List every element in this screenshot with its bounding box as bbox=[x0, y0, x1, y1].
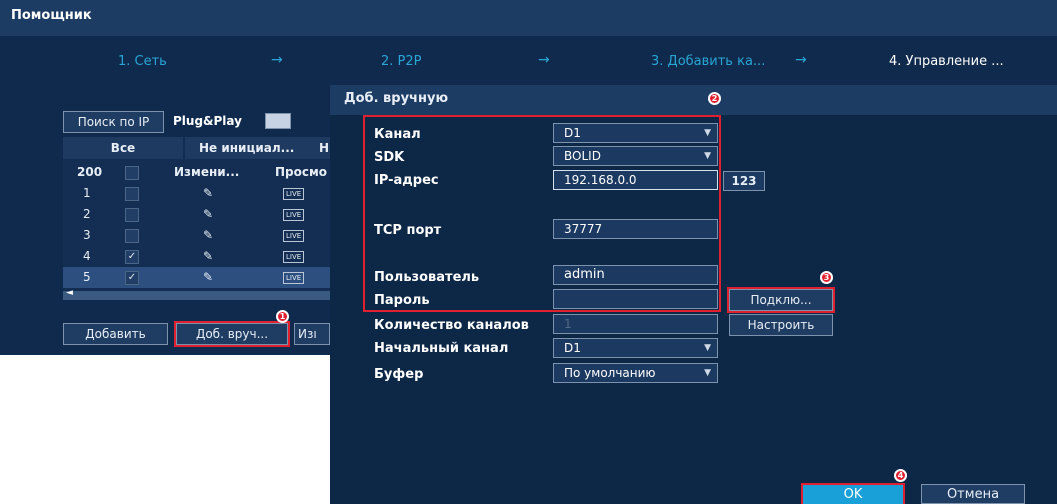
manual-add-button[interactable]: Доб. вруч... bbox=[174, 321, 290, 347]
filter-uninit-tab[interactable]: Не инициал... bbox=[185, 137, 325, 159]
step-p2p[interactable]: 2. P2P bbox=[381, 54, 422, 69]
search-by-ip-button[interactable]: Поиск по IP bbox=[63, 111, 164, 133]
step-arrow-icon: → bbox=[795, 52, 807, 68]
channel-count-label: Количество каналов bbox=[374, 318, 529, 333]
ip-label: IP-адрес bbox=[374, 173, 439, 188]
window-title: Помощник bbox=[0, 0, 1057, 36]
row-number: 2 bbox=[83, 207, 91, 221]
plugplay-toggle[interactable] bbox=[265, 113, 291, 129]
device-table: Все Не инициал... Н 200 Измени... Просмо… bbox=[63, 137, 330, 293]
username-input[interactable]: admin bbox=[553, 265, 718, 285]
live-icon[interactable]: LIVE bbox=[283, 272, 305, 284]
step-marker-2: 2 bbox=[708, 92, 721, 105]
plugplay-label: Plug&Play bbox=[173, 114, 242, 128]
password-label: Пароль bbox=[374, 293, 430, 308]
edit-icon[interactable]: ✎ bbox=[203, 204, 213, 225]
row-checkbox[interactable] bbox=[125, 187, 139, 201]
sdk-label: SDK bbox=[374, 150, 405, 165]
table-row[interactable]: 1 ✎ LIVE bbox=[63, 183, 330, 204]
table-row[interactable]: 2 ✎ LIVE bbox=[63, 204, 330, 225]
row-checkbox[interactable] bbox=[125, 229, 139, 243]
col-edit: Измени... bbox=[174, 165, 240, 179]
buffer-select[interactable]: По умолчанию bbox=[553, 363, 718, 383]
horizontal-scrollbar[interactable]: ◄ bbox=[63, 288, 330, 300]
select-all-checkbox[interactable] bbox=[125, 166, 139, 180]
modify-button[interactable]: Изı bbox=[294, 323, 330, 345]
setup-button[interactable]: Настроить bbox=[729, 314, 833, 336]
col-view: Просмо bbox=[275, 165, 328, 179]
step-marker-1: 1 bbox=[276, 310, 289, 323]
ok-button[interactable]: OK bbox=[801, 483, 905, 504]
table-row[interactable]: 4 ✓ ✎ LIVE bbox=[63, 246, 330, 267]
edit-icon[interactable]: ✎ bbox=[203, 183, 213, 204]
step-marker-3: 3 bbox=[820, 271, 833, 284]
start-channel-select[interactable]: D1 bbox=[553, 338, 718, 358]
table-header: 200 Измени... Просмо bbox=[63, 162, 330, 183]
dialog-title: Доб. вручную bbox=[330, 85, 1057, 115]
row-checkbox-checked[interactable]: ✓ bbox=[125, 250, 139, 264]
live-icon[interactable]: LIVE bbox=[283, 209, 305, 221]
filter-all-tab[interactable]: Все bbox=[63, 137, 183, 159]
scroll-left-icon[interactable]: ◄ bbox=[66, 288, 73, 298]
step-add-channel[interactable]: 3. Добавить ка... bbox=[651, 54, 765, 69]
ip-input[interactable]: 192.168.0.0 bbox=[553, 170, 718, 190]
table-row[interactable]: 3 ✎ LIVE bbox=[63, 225, 330, 246]
tcp-port-input[interactable]: 37777 bbox=[553, 219, 718, 239]
start-channel-label: Начальный канал bbox=[374, 341, 509, 356]
username-label: Пользователь bbox=[374, 270, 480, 285]
ip-mode-toggle[interactable]: 123 bbox=[723, 171, 765, 191]
table-row[interactable]: 5 ✓ ✎ LIVE bbox=[63, 267, 330, 288]
row-number: 4 bbox=[83, 249, 91, 263]
filter-cut-tab[interactable]: Н bbox=[319, 137, 330, 159]
edit-icon[interactable]: ✎ bbox=[203, 267, 213, 288]
row-checkbox-checked[interactable]: ✓ bbox=[125, 271, 139, 285]
live-icon[interactable]: LIVE bbox=[283, 188, 305, 200]
row-number: 1 bbox=[83, 186, 91, 200]
step-arrow-icon: → bbox=[538, 52, 550, 68]
channel-label: Канал bbox=[374, 127, 421, 142]
row-number: 3 bbox=[83, 228, 91, 242]
edit-icon[interactable]: ✎ bbox=[203, 246, 213, 267]
step-network[interactable]: 1. Сеть bbox=[118, 54, 167, 69]
row-checkbox[interactable] bbox=[125, 208, 139, 222]
edit-icon[interactable]: ✎ bbox=[203, 225, 213, 246]
device-count: 200 bbox=[77, 165, 103, 179]
buffer-label: Буфер bbox=[374, 367, 424, 382]
password-input[interactable] bbox=[553, 289, 718, 309]
step-arrow-icon: → bbox=[271, 52, 283, 68]
sdk-select[interactable]: BOLID bbox=[553, 146, 718, 166]
live-icon[interactable]: LIVE bbox=[283, 230, 305, 242]
step-management[interactable]: 4. Управление ... bbox=[889, 54, 1004, 69]
channel-count-input: 1 bbox=[553, 314, 718, 334]
tcp-port-label: TCP порт bbox=[374, 223, 442, 238]
live-icon[interactable]: LIVE bbox=[283, 251, 305, 263]
add-button[interactable]: Добавить bbox=[63, 323, 168, 345]
channel-select[interactable]: D1 bbox=[553, 123, 718, 143]
cancel-button[interactable]: Отмена bbox=[921, 484, 1025, 504]
row-number: 5 bbox=[83, 270, 91, 284]
connect-button[interactable]: Подклю... bbox=[727, 287, 835, 313]
step-marker-4: 4 bbox=[894, 469, 907, 482]
